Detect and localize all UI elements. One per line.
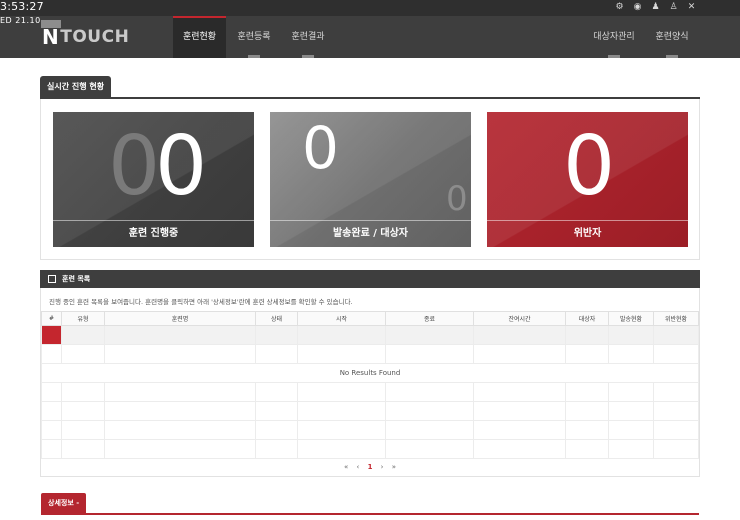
header-icons: ⚙ ◉ ♟ ♙ ✕ — [615, 1, 696, 14]
nav-indicator — [608, 55, 620, 58]
user-add-icon[interactable]: ♟ — [651, 1, 660, 14]
in-progress-label: 훈련 진행중 — [53, 220, 254, 247]
training-list-description: 진행 중인 훈련 목록을 보여줍니다. 훈련명을 클릭하면 아래 '상세정보'란… — [49, 298, 353, 306]
target-count: 0 — [446, 179, 468, 219]
nav-label: 훈련등록 — [237, 32, 271, 42]
nav-target-management[interactable]: 대상자관리 — [587, 16, 641, 58]
table-row — [41, 401, 699, 421]
table-header-row: # 유형 훈련명 상태 시작 종료 잔여시간 대상자 발송현황 위반현황 — [41, 311, 699, 326]
page-first-button[interactable]: « — [344, 463, 348, 471]
os-top-bar: 3:53:27 ⚙ ◉ ♟ ♙ ✕ — [0, 0, 740, 16]
page-current[interactable]: 1 — [368, 463, 373, 471]
pagination: « ‹ 1 › » — [0, 463, 740, 471]
col-remaining[interactable]: 잔여시간 — [473, 311, 566, 326]
nav-indicator — [248, 55, 260, 58]
user-icon[interactable]: ♙ — [669, 1, 678, 14]
detail-divider — [41, 513, 699, 515]
nav-label: 대상자관리 — [593, 32, 635, 42]
nav-training-status[interactable]: 훈련현황 — [173, 16, 226, 58]
logo-text: TOUCH — [60, 27, 130, 47]
col-start[interactable]: 시작 — [297, 311, 386, 326]
no-results-text: No Results Found — [41, 363, 699, 383]
page-next-button[interactable]: › — [381, 463, 384, 471]
gear-icon[interactable]: ⚙ — [615, 1, 624, 14]
nav-label: 훈련현황 — [182, 32, 217, 42]
nav-training-results[interactable]: 훈련결과 — [282, 16, 334, 58]
realtime-panel-title: 실시간 진행 현황 — [40, 76, 112, 97]
nav-indicator — [302, 55, 314, 58]
nav-label: 훈련양식 — [655, 32, 689, 42]
nav-training-register[interactable]: 훈련등록 — [228, 16, 280, 58]
violator-count: 0 — [563, 119, 616, 214]
col-status[interactable]: 상태 — [255, 311, 298, 326]
nav-label: 훈련결과 — [291, 32, 325, 42]
col-targets[interactable]: 대상자 — [565, 311, 609, 326]
table-row — [41, 420, 699, 440]
in-progress-count: 0 — [155, 119, 208, 214]
table-row — [41, 344, 699, 364]
col-send-status[interactable]: 발송현황 — [608, 311, 654, 326]
training-table: # 유형 훈련명 상태 시작 종료 잔여시간 대상자 발송현황 위반현황 No … — [41, 311, 699, 459]
eye-icon[interactable]: ◉ — [633, 1, 642, 14]
violators-label: 위반자 — [487, 220, 688, 247]
in-progress-ghost-count: 0 — [108, 119, 161, 214]
clock-sub: ED 21.10 — [0, 16, 41, 25]
nav-indicator — [666, 55, 678, 58]
clock: 3:53:27 — [0, 0, 44, 13]
sent-targets-label: 발송완료 / 대상자 — [270, 220, 471, 247]
col-end[interactable]: 종료 — [385, 311, 474, 326]
sent-count: 0 — [302, 114, 339, 182]
col-training-name[interactable]: 훈련명 — [104, 311, 256, 326]
page-last-button[interactable]: » — [392, 463, 396, 471]
training-list-header: 훈련 목록 — [40, 270, 700, 288]
table-row — [41, 439, 699, 459]
table-row: No Results Found — [41, 363, 699, 383]
row-marker — [41, 325, 62, 345]
page-prev-button[interactable]: ‹ — [357, 463, 360, 471]
col-type[interactable]: 유형 — [61, 311, 105, 326]
nav-training-forms[interactable]: 훈련양식 — [645, 16, 699, 58]
card-violators[interactable]: 0 위반자 — [487, 112, 688, 247]
training-list-title: 훈련 목록 — [62, 275, 91, 283]
close-icon[interactable]: ✕ — [687, 1, 696, 14]
ntouch-logo[interactable]: N TOUCH — [41, 20, 130, 52]
card-in-progress[interactable]: 0 0 훈련 진행중 — [53, 112, 254, 247]
table-row[interactable] — [41, 325, 699, 345]
card-sent-targets[interactable]: 0 0 발송완료 / 대상자 — [270, 112, 471, 247]
logo-n: N — [42, 25, 60, 49]
col-number[interactable]: # — [41, 311, 62, 326]
main-navbar: N TOUCH 훈련현황 훈련등록 훈련결과 대상자관리 훈련양식 — [0, 16, 740, 58]
detail-info-tab[interactable]: 상세정보 - — [41, 493, 87, 513]
logo-mark — [41, 20, 61, 28]
table-row — [41, 382, 699, 402]
list-square-icon — [48, 275, 56, 283]
col-violation-status[interactable]: 위반현황 — [653, 311, 699, 326]
